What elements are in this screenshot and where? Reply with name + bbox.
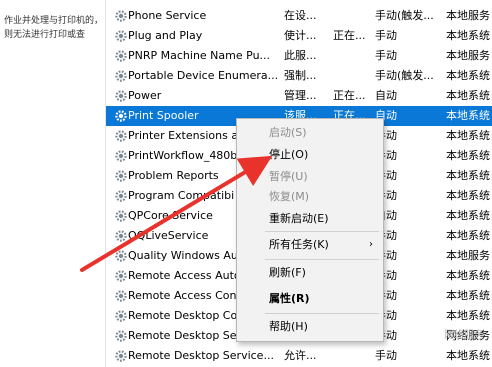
menu-separator (265, 259, 379, 260)
service-startup-type: 手动 (375, 129, 397, 142)
service-startup-type: 自动 (375, 209, 397, 222)
gear-icon (115, 130, 127, 142)
service-startup-type: 手动 (375, 229, 397, 242)
service-startup-type: 手动 (375, 189, 397, 202)
service-name: Power (128, 89, 162, 102)
menu-separator (265, 231, 379, 232)
context-menu-item[interactable]: 刷新(F) (237, 263, 383, 283)
left-description-pane: 作业并处理与打印机的，则无法进行打印或查 (0, 0, 106, 367)
service-logon-as: 本地服务 (446, 9, 490, 22)
service-startup-type: 手动 (375, 249, 397, 262)
service-startup-type: 手动 (375, 169, 397, 182)
service-description: 使计... (284, 29, 317, 42)
service-logon-as: 本地服务 (446, 249, 490, 262)
service-name: PNRP Machine Name Pu... (128, 49, 271, 62)
service-name: Plug and Play (128, 29, 203, 42)
service-startup-type: 手动 (375, 329, 397, 342)
submenu-arrow-icon: › (369, 239, 373, 250)
watermark: 网络服务 (444, 330, 484, 341)
context-menu-item-label: 停止(O) (269, 148, 309, 161)
service-startup-type: 手动 (375, 29, 397, 42)
gear-icon (115, 50, 127, 62)
service-startup-type: 手动(触发... (375, 69, 434, 82)
service-logon-as: 本地系统 (446, 229, 490, 242)
gear-icon (115, 230, 127, 242)
service-logon-as: 本地系统 (446, 289, 490, 302)
service-row[interactable]: Portable Device Enumera... 强制... 手动(触发... 本… (106, 66, 492, 86)
context-menu-item[interactable]: 停止(O) (237, 145, 383, 165)
gear-icon (115, 10, 127, 22)
context-menu-item-label: 属性(R) (269, 292, 310, 305)
context-menu-item[interactable]: 帮助(H) (237, 317, 383, 337)
service-description: 此服... (284, 49, 317, 62)
service-logon-as: 本地系统 (446, 29, 490, 42)
context-menu-item-label: 重新启动(E) (269, 212, 329, 225)
context-menu-item[interactable]: 启动(S) (237, 123, 383, 143)
service-logon-as: 本地系统 (446, 309, 490, 322)
context-menu-item[interactable]: 重新启动(E) (237, 209, 383, 229)
service-name: Phone Service (128, 9, 207, 22)
service-row[interactable]: Power 管理... 正在... 自动 本地系统 (106, 86, 492, 106)
service-logon-as: 本地系统 (446, 269, 490, 282)
service-row[interactable]: PNRP Machine Name Pu... 此服... 手动 本地服务 (106, 46, 492, 66)
service-startup-type: 手动 (375, 349, 397, 362)
service-logon-as: 本地服务 (446, 49, 490, 62)
service-name: Remote Desktop Service... (128, 349, 274, 362)
service-description-text: 作业并处理与打印机的，则无法进行打印或查 (4, 16, 104, 40)
gear-icon (115, 270, 127, 282)
context-menu-item-label: 恢复(M) (269, 190, 310, 203)
service-startup-type: 手动 (375, 289, 397, 302)
service-startup-type: 自动 (375, 109, 397, 122)
gear-icon (115, 210, 127, 222)
service-description: 允许... (284, 349, 317, 362)
gear-icon (115, 250, 127, 262)
service-row[interactable]: Remote Desktop Service... 允许... 手动 本地系统 (106, 346, 492, 366)
gear-icon (115, 310, 127, 322)
gear-icon (115, 70, 127, 82)
service-startup-type: 手动 (375, 269, 397, 282)
context-menu: 启动(S) 停止(O) 暂停(U) 恢复(M) 重新启动(E) 所有任务(K) › 刷新(F)… (236, 118, 384, 342)
service-logon-as: 本地系统 (446, 69, 490, 82)
menu-separator (265, 313, 379, 314)
service-description: 在设... (284, 9, 317, 22)
service-startup-type: 手动 (375, 309, 397, 322)
service-logon-as: 本地系统 (446, 189, 490, 202)
context-menu-item[interactable]: 暂停(U) (237, 167, 383, 187)
gear-icon (115, 110, 127, 122)
context-menu-item-label: 刷新(F) (269, 266, 306, 279)
context-menu-item-label: 启动(S) (269, 126, 307, 139)
context-menu-item[interactable]: 恢复(M) (237, 187, 383, 207)
service-logon-as: 本地系统 (446, 89, 490, 102)
service-status: 正在... (333, 29, 366, 42)
service-startup-type: 手动(触发... (375, 9, 434, 22)
service-startup-type: 自动 (375, 89, 397, 102)
service-logon-as: 本地系统 (446, 349, 490, 362)
context-menu-item-label: 所有任务(K) (269, 238, 329, 251)
gear-icon (115, 150, 127, 162)
gear-icon (115, 30, 127, 42)
service-description: 管理... (284, 89, 317, 102)
context-menu-item[interactable]: 所有任务(K) › (237, 235, 383, 255)
service-startup-type: 手动 (375, 149, 397, 162)
service-logon-as: 本地系统 (446, 129, 490, 142)
gear-icon (115, 330, 127, 342)
context-menu-item-label: 帮助(H) (269, 320, 308, 333)
service-name: Portable Device Enumera... (128, 69, 278, 82)
gear-icon (115, 170, 127, 182)
context-menu-item[interactable]: 属性(R) (237, 289, 383, 309)
service-logon-as: 本地系统 (446, 209, 490, 222)
service-startup-type: 手动 (375, 49, 397, 62)
service-logon-as: 本地系统 (446, 149, 490, 162)
service-description: 强制... (284, 69, 317, 82)
context-menu-item-label: 暂停(U) (269, 170, 308, 183)
gear-icon (115, 90, 127, 102)
service-row[interactable]: Plug and Play 使计... 正在... 手动 本地系统 (106, 26, 492, 46)
service-row[interactable]: Phone Service 在设... 手动(触发... 本地服务 (106, 6, 492, 26)
service-status: 正在... (333, 89, 366, 102)
gear-icon (115, 190, 127, 202)
service-logon-as: 本地系统 (446, 169, 490, 182)
service-logon-as: 本地系统 (446, 109, 490, 122)
gear-icon (115, 350, 127, 362)
gear-icon (115, 290, 127, 302)
